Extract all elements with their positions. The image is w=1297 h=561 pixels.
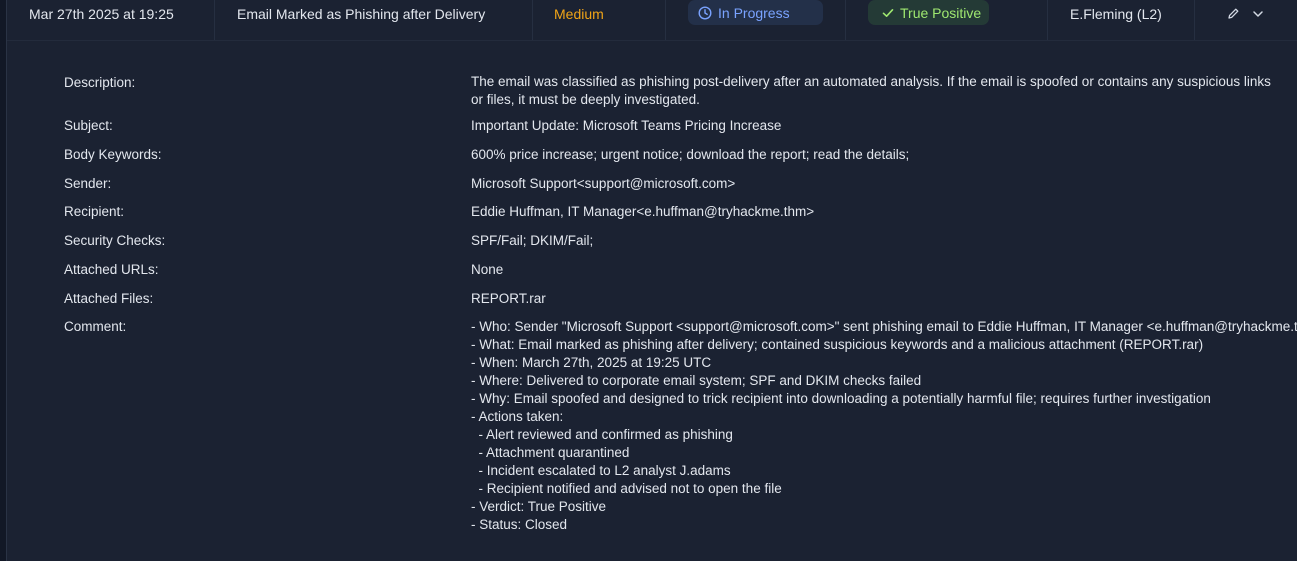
column-divider bbox=[1047, 0, 1048, 40]
column-divider bbox=[665, 0, 666, 40]
severity-label: Medium bbox=[554, 5, 604, 22]
comment-line: - Why: Email spoofed and designed to tri… bbox=[471, 391, 1211, 406]
security-checks-value: SPF/Fail; DKIM/Fail; bbox=[471, 233, 594, 248]
body-keywords-label: Body Keywords: bbox=[64, 147, 162, 162]
comment-label: Comment: bbox=[64, 319, 127, 334]
comment-line: - Recipient notified and advised not to … bbox=[471, 481, 782, 496]
clock-icon bbox=[698, 5, 712, 20]
comment-line: - Status: Closed bbox=[471, 517, 568, 532]
alert-details: Description: The email was classified as… bbox=[7, 41, 1297, 561]
subject-label: Subject: bbox=[64, 118, 113, 133]
comment-value: - Who: Sender "Microsoft Support <suppor… bbox=[471, 318, 1297, 534]
column-divider bbox=[1194, 0, 1195, 40]
recipient-value: Eddie Huffman, IT Manager<e.huffman@tryh… bbox=[471, 204, 815, 219]
subject-value: Important Update: Microsoft Teams Pricin… bbox=[471, 118, 782, 133]
attached-urls-label: Attached URLs: bbox=[64, 262, 159, 277]
comment-line: - When: March 27th, 2025 at 19:25 UTC bbox=[471, 355, 712, 370]
left-gutter bbox=[0, 0, 7, 561]
comment-line: - Alert reviewed and confirmed as phishi… bbox=[471, 427, 733, 442]
description-label: Description: bbox=[64, 75, 136, 90]
chevron-down-icon[interactable] bbox=[1252, 8, 1264, 20]
check-icon bbox=[882, 7, 894, 19]
comment-line: - Verdict: True Positive bbox=[471, 499, 607, 514]
column-divider bbox=[214, 0, 215, 40]
comment-line: - Where: Delivered to corporate email sy… bbox=[471, 373, 922, 388]
attached-files-value: REPORT.rar bbox=[471, 291, 546, 306]
comment-line: - What: Email marked as phishing after d… bbox=[471, 337, 1204, 352]
comment-line: - Who: Sender "Microsoft Support <suppor… bbox=[471, 319, 1297, 334]
attached-files-label: Attached Files: bbox=[64, 291, 154, 306]
recipient-label: Recipient: bbox=[64, 204, 125, 219]
comment-line: - Attachment quarantined bbox=[471, 445, 630, 460]
pencil-icon[interactable] bbox=[1227, 7, 1240, 20]
security-checks-label: Security Checks: bbox=[64, 233, 166, 248]
sender-value: Microsoft Support<support@microsoft.com> bbox=[471, 176, 736, 191]
verdict-label: True Positive bbox=[900, 4, 982, 21]
comment-line: - Actions taken: bbox=[471, 409, 564, 424]
column-divider bbox=[845, 0, 846, 40]
status-badge[interactable]: In Progress bbox=[688, 0, 823, 25]
alert-row[interactable]: Mar 27th 2025 at 19:25 Email Marked as P… bbox=[7, 0, 1297, 41]
alert-panel: Mar 27th 2025 at 19:25 Email Marked as P… bbox=[0, 0, 1297, 561]
verdict-badge[interactable]: True Positive bbox=[868, 0, 989, 25]
status-label: In Progress bbox=[718, 4, 790, 21]
alert-title: Email Marked as Phishing after Delivery bbox=[237, 5, 486, 22]
alert-date: Mar 27th 2025 at 19:25 bbox=[29, 5, 174, 22]
column-divider bbox=[532, 0, 533, 40]
body-keywords-value: 600% price increase; urgent notice; down… bbox=[471, 147, 910, 162]
row-actions bbox=[1227, 0, 1264, 27]
assignee-label: E.Fleming (L2) bbox=[1070, 5, 1162, 22]
description-value: The email was classified as phishing pos… bbox=[471, 74, 1271, 107]
comment-line: - Incident escalated to L2 analyst J.ada… bbox=[471, 463, 731, 478]
sender-label: Sender: bbox=[64, 176, 112, 191]
attached-urls-value: None bbox=[471, 262, 504, 277]
